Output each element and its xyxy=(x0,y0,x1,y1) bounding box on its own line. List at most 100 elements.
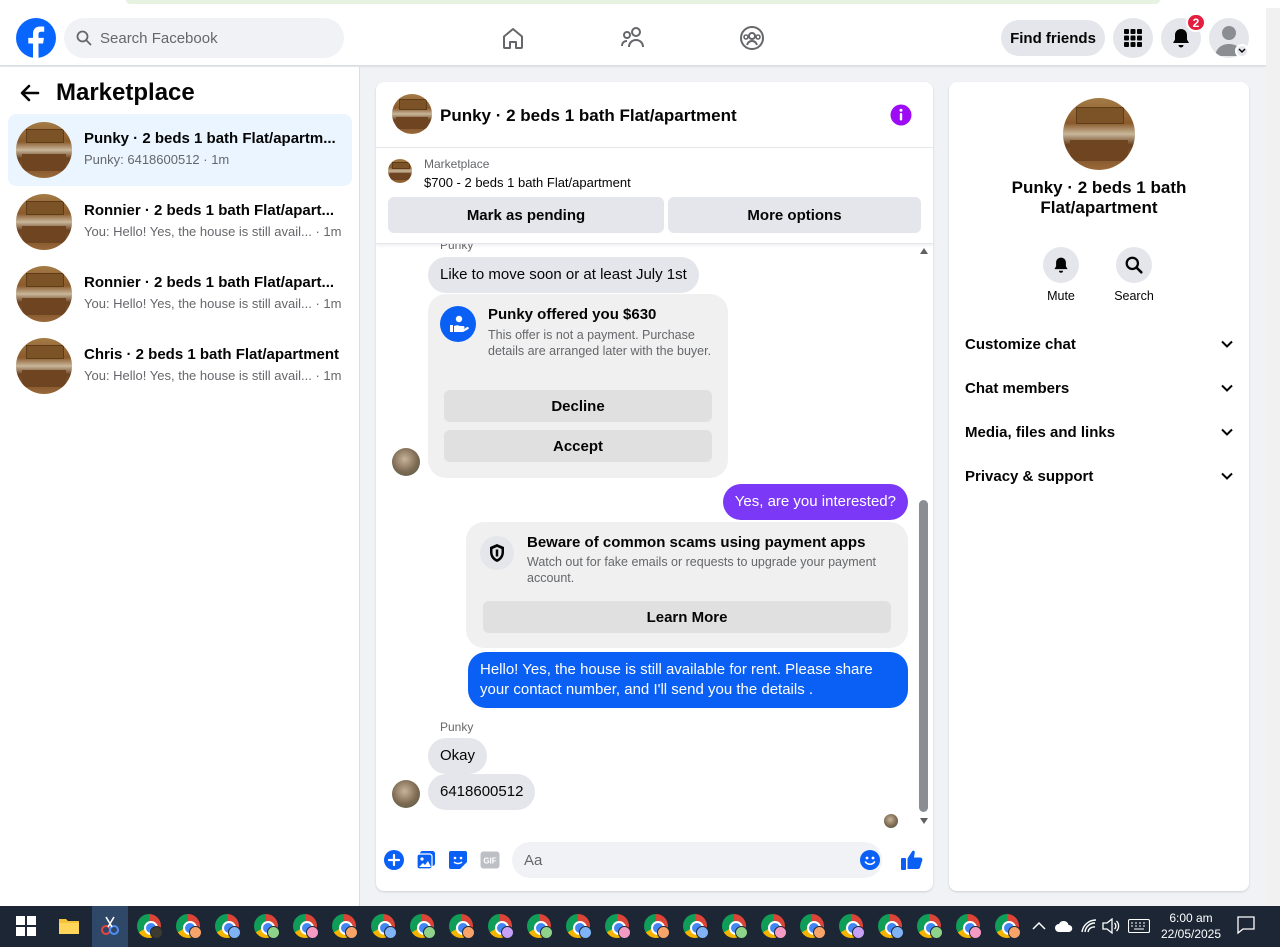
chrome-icon[interactable] xyxy=(878,914,904,939)
chat-members-section[interactable]: Chat members xyxy=(965,366,1233,410)
account-chevron-down-icon[interactable] xyxy=(1235,44,1249,58)
chrome-icon[interactable] xyxy=(488,914,514,939)
listing-price-title[interactable]: $700 - 2 beds 1 bath Flat/apartment xyxy=(424,175,631,190)
conversation-title: Chris · 2 beds 1 bath Flat/apartment xyxy=(84,346,340,363)
media-files-links-section[interactable]: Media, files and links xyxy=(965,410,1233,454)
browser-top-strip xyxy=(0,0,1280,8)
chrome-icon[interactable] xyxy=(605,914,631,939)
photo-gallery-icon[interactable] xyxy=(416,850,436,870)
chrome-icon[interactable] xyxy=(449,914,475,939)
friends-icon[interactable] xyxy=(615,20,651,56)
chat-scrollbar[interactable] xyxy=(916,244,932,828)
marketplace-label: Marketplace xyxy=(424,157,490,171)
chrome-icon[interactable] xyxy=(371,914,397,939)
conversation-item[interactable]: Ronnier · 2 beds 1 bath Flat/apart... Yo… xyxy=(8,258,352,330)
chat-info-panel: Punky · 2 beds 1 bath Flat/apartment Mut… xyxy=(949,82,1249,891)
chat-listing-thumbnail[interactable] xyxy=(392,94,432,134)
sticker-icon[interactable] xyxy=(448,850,468,870)
chrome-icon[interactable] xyxy=(761,914,787,939)
search-box[interactable] xyxy=(64,18,344,58)
chrome-icon[interactable] xyxy=(293,914,319,939)
gif-icon[interactable]: GIF xyxy=(480,850,500,870)
volume-icon[interactable] xyxy=(1102,916,1122,936)
decline-offer-button[interactable]: Decline xyxy=(444,390,712,422)
back-arrow-icon[interactable] xyxy=(18,81,42,110)
menu-grid-icon[interactable] xyxy=(1113,18,1153,58)
mute-bell-icon[interactable] xyxy=(1043,247,1079,283)
chrome-icon[interactable] xyxy=(839,914,865,939)
find-friends-button[interactable]: Find friends xyxy=(1001,20,1105,56)
chrome-icon[interactable] xyxy=(176,914,202,939)
plus-circle-icon[interactable] xyxy=(384,850,404,870)
windows-start-icon[interactable] xyxy=(14,914,38,938)
search-icon[interactable] xyxy=(1116,247,1152,283)
chrome-icon[interactable] xyxy=(683,914,709,939)
outgoing-message[interactable]: Yes, are you interested? xyxy=(722,484,908,520)
chrome-icon[interactable] xyxy=(722,914,748,939)
conversation-item[interactable]: Ronnier · 2 beds 1 bath Flat/apart... Yo… xyxy=(8,186,352,258)
wifi-icon[interactable] xyxy=(1080,916,1100,936)
listing-thumbnail xyxy=(16,266,72,322)
chrome-icon[interactable] xyxy=(527,914,553,939)
taskbar-clock[interactable]: 6:00 am 22/05/2025 xyxy=(1160,910,1222,942)
action-center-icon[interactable] xyxy=(1236,915,1258,937)
facebook-logo-icon[interactable] xyxy=(16,18,56,58)
listing-profile-thumbnail[interactable] xyxy=(1063,98,1135,170)
chevron-up-icon[interactable] xyxy=(1032,916,1048,936)
chat-scrollbar-thumb[interactable] xyxy=(919,500,928,812)
accept-offer-button[interactable]: Accept xyxy=(444,430,712,462)
file-explorer-icon[interactable] xyxy=(57,914,81,938)
customize-chat-section[interactable]: Customize chat xyxy=(965,322,1233,366)
chrome-icon[interactable] xyxy=(254,914,280,939)
chat-title[interactable]: Punky · 2 beds 1 bath Flat/apartment xyxy=(440,106,737,126)
chrome-icon[interactable] xyxy=(215,914,241,939)
chrome-icon[interactable] xyxy=(644,914,670,939)
sender-avatar[interactable] xyxy=(392,448,420,476)
scroll-up-arrow-icon[interactable] xyxy=(920,248,928,254)
groups-icon[interactable] xyxy=(734,20,770,56)
learn-more-button[interactable]: Learn More xyxy=(483,601,891,633)
info-icon[interactable] xyxy=(890,104,912,131)
privacy-support-section[interactable]: Privacy & support xyxy=(965,454,1233,498)
thumbs-up-icon[interactable] xyxy=(900,848,924,872)
message-thread: Punky Like to move soon or at least July… xyxy=(376,244,933,828)
emoji-icon[interactable] xyxy=(860,850,880,870)
chrome-icon[interactable] xyxy=(332,914,358,939)
page-scrollbar[interactable] xyxy=(1266,8,1280,906)
keyboard-icon[interactable] xyxy=(1127,916,1152,936)
snipping-tool-icon[interactable] xyxy=(98,914,122,938)
chrome-icon[interactable] xyxy=(995,914,1021,939)
incoming-message[interactable]: Okay xyxy=(428,738,488,774)
mute-action[interactable]: Mute xyxy=(1031,247,1091,303)
sidebar-title: Marketplace xyxy=(56,79,195,106)
chrome-icon[interactable] xyxy=(137,914,163,939)
chrome-icon[interactable] xyxy=(956,914,982,939)
outgoing-message[interactable]: Hello! Yes, the house is still available… xyxy=(468,652,908,708)
mark-as-pending-button[interactable]: Mark as pending xyxy=(388,197,664,233)
chrome-icon[interactable] xyxy=(917,914,943,939)
sender-avatar[interactable] xyxy=(392,780,420,808)
search-input[interactable] xyxy=(100,18,340,58)
home-icon[interactable] xyxy=(495,20,531,56)
incoming-message[interactable]: 6418600512 xyxy=(428,774,536,810)
chevron-down-icon xyxy=(1221,428,1233,436)
conversation-item[interactable]: Punky · 2 beds 1 bath Flat/apartm... Pun… xyxy=(8,114,352,186)
onedrive-cloud-icon[interactable] xyxy=(1054,916,1076,936)
search-action[interactable]: Search xyxy=(1104,247,1164,303)
chrome-icon[interactable] xyxy=(800,914,826,939)
message-input[interactable] xyxy=(512,842,882,878)
chevron-down-icon xyxy=(1221,340,1233,348)
incoming-message[interactable]: Like to move soon or at least July 1st xyxy=(428,257,699,293)
chat-panel: Punky · 2 beds 1 bath Flat/apartment Mar… xyxy=(376,82,933,891)
chevron-down-icon xyxy=(1221,472,1233,480)
conversation-title: Ronnier · 2 beds 1 bath Flat/apart... xyxy=(84,274,335,291)
chrome-icon[interactable] xyxy=(410,914,436,939)
listing-thumbnail xyxy=(16,338,72,394)
more-options-button[interactable]: More options xyxy=(668,197,921,233)
info-panel-title[interactable]: Punky · 2 beds 1 bath Flat/apartment xyxy=(969,178,1229,218)
scroll-down-arrow-icon[interactable] xyxy=(920,818,928,824)
listing-mini-thumbnail xyxy=(388,159,412,183)
conversation-preview: Punky: 6418600512 · 1m xyxy=(84,152,230,167)
chrome-icon[interactable] xyxy=(566,914,592,939)
conversation-item[interactable]: Chris · 2 beds 1 bath Flat/apartment You… xyxy=(8,330,352,402)
